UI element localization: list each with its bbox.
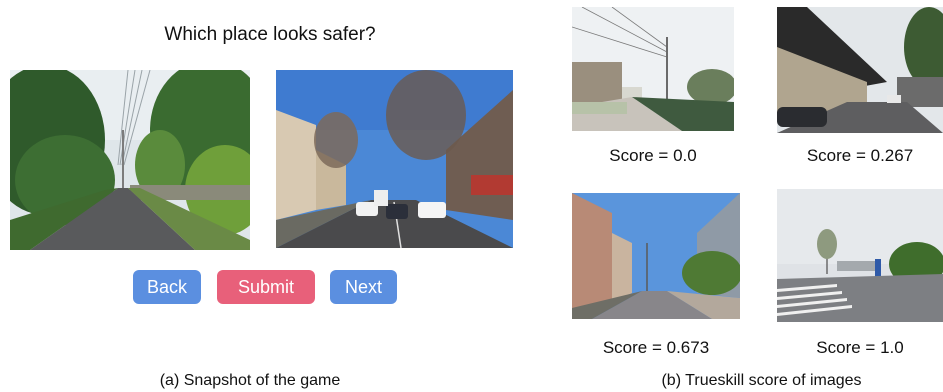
submit-button[interactable]: Submit — [217, 270, 315, 304]
score-label-2: Score = 0.267 — [806, 146, 914, 165]
score-label-1: Score = 0.0 — [609, 146, 697, 165]
scored-image-3 — [572, 193, 740, 319]
back-button[interactable]: Back — [133, 270, 201, 304]
candidate-image-right[interactable] — [276, 70, 513, 248]
question-text: Which place looks safer? — [164, 24, 376, 45]
caption-game: (a) Snapshot of the game — [159, 372, 341, 389]
scored-image-1 — [572, 7, 734, 131]
next-button[interactable]: Next — [330, 270, 397, 304]
score-label-3: Score = 0.673 — [602, 338, 710, 357]
caption-trueskill: (b) Trueskill score of images — [661, 372, 862, 389]
scored-image-2 — [777, 7, 943, 133]
scored-image-4 — [777, 189, 943, 322]
score-label-4: Score = 1.0 — [816, 338, 904, 357]
candidate-image-left[interactable] — [10, 70, 250, 250]
